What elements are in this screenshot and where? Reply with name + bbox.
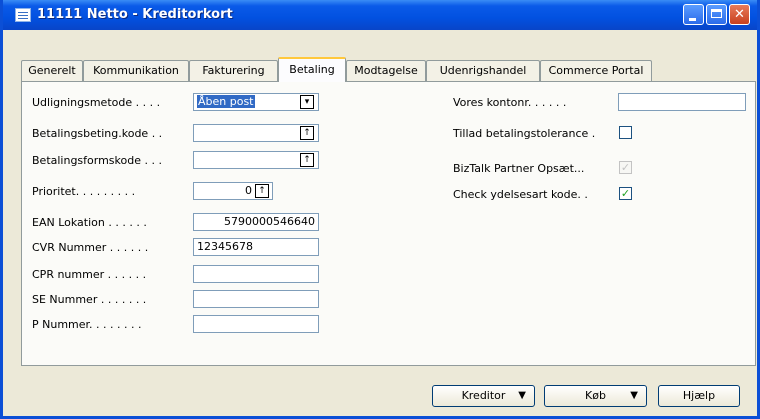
betalingsformskode-label: Betalingsformskode . . . — [32, 154, 162, 167]
tillad-betalingstolerance-checkbox[interactable] — [619, 126, 632, 139]
check-ydelsesart-label: Check ydelsesart kode. . — [453, 188, 588, 201]
hjaelp-button[interactable]: Hjælp — [658, 385, 740, 407]
chevron-down-icon: ▼ — [630, 390, 638, 401]
prioritet-field[interactable]: 0 ↑ — [193, 182, 273, 200]
udligningsmetode-value: Åben post — [197, 95, 255, 108]
p-nummer-field[interactable] — [193, 315, 319, 333]
betalingsformskode-field[interactable]: ↑ — [193, 151, 319, 169]
vores-kontonr-label: Vores kontonr. . . . . . — [453, 96, 567, 109]
udligningsmetode-field[interactable]: Åben post ▾ — [193, 93, 319, 111]
tab-kommunikation[interactable]: Kommunikation — [83, 60, 189, 81]
se-nummer-field[interactable] — [193, 290, 319, 308]
dropdown-arrow-icon[interactable]: ▾ — [300, 95, 314, 109]
kob-menu-button[interactable]: Køb ▼ — [544, 385, 647, 407]
biztalk-partner-checkbox: ✓ — [619, 161, 632, 174]
udligningsmetode-label: Udligningsmetode . . . . — [32, 96, 161, 109]
form-icon — [15, 8, 31, 22]
p-nummer-label: P Nummer. . . . . . . . — [32, 318, 142, 331]
tillad-betalingstolerance-label: Tillad betalingstolerance . — [453, 127, 596, 140]
tab-generelt[interactable]: Generelt — [21, 60, 83, 81]
ean-lokation-label: EAN Lokation . . . . . . — [32, 216, 147, 229]
cvr-nummer-field[interactable]: 12345678 — [193, 238, 319, 256]
prioritet-value: 0 — [245, 184, 252, 197]
kob-button-label: Køb — [585, 389, 606, 402]
betalingsbeting-field[interactable]: ↑ — [193, 124, 319, 142]
prioritet-label: Prioritet. . . . . . . . . — [32, 185, 136, 198]
tab-commerce-portal[interactable]: Commerce Portal — [540, 60, 652, 81]
cpr-nummer-label: CPR nummer . . . . . . — [32, 268, 147, 281]
ean-lokation-field[interactable]: 5790000546640 — [193, 213, 319, 231]
title-bar[interactable]: 11111 Netto - Kreditorkort — [3, 0, 757, 30]
tab-fakturering[interactable]: Fakturering — [189, 60, 278, 81]
check-ydelsesart-checkbox[interactable]: ✓ — [619, 187, 632, 200]
cpr-nummer-field[interactable] — [193, 265, 319, 283]
tab-modtagelse[interactable]: Modtagelse — [346, 60, 426, 81]
tab-betaling[interactable]: Betaling — [278, 57, 346, 82]
vores-kontonr-field[interactable] — [618, 93, 746, 111]
betaling-panel: Udligningsmetode . . . . Åben post ▾ Bet… — [21, 81, 756, 366]
maximize-button[interactable] — [706, 4, 727, 25]
lookup-arrow-icon[interactable]: ↑ — [300, 153, 314, 167]
window-title: 11111 Netto - Kreditorkort — [37, 7, 233, 22]
chevron-down-icon: ▼ — [518, 390, 526, 401]
biztalk-partner-label: BizTalk Partner Opsæt... — [453, 162, 585, 175]
tab-udenrigshandel[interactable]: Udenrigshandel — [426, 60, 540, 81]
lookup-arrow-icon[interactable]: ↑ — [255, 184, 269, 198]
kreditorkort-window: 11111 Netto - Kreditorkort Generelt Komm… — [0, 0, 760, 419]
betalingsbeting-label: Betalingsbeting.kode . . — [32, 127, 163, 140]
kreditor-menu-button[interactable]: Kreditor ▼ — [432, 385, 535, 407]
minimize-button[interactable] — [683, 4, 704, 25]
se-nummer-label: SE Nummer . . . . . . . — [32, 293, 147, 306]
cvr-nummer-label: CVR Nummer . . . . . . — [32, 241, 149, 254]
kreditor-button-label: Kreditor — [461, 389, 506, 402]
lookup-arrow-icon[interactable]: ↑ — [300, 126, 314, 140]
close-button[interactable] — [729, 4, 750, 25]
